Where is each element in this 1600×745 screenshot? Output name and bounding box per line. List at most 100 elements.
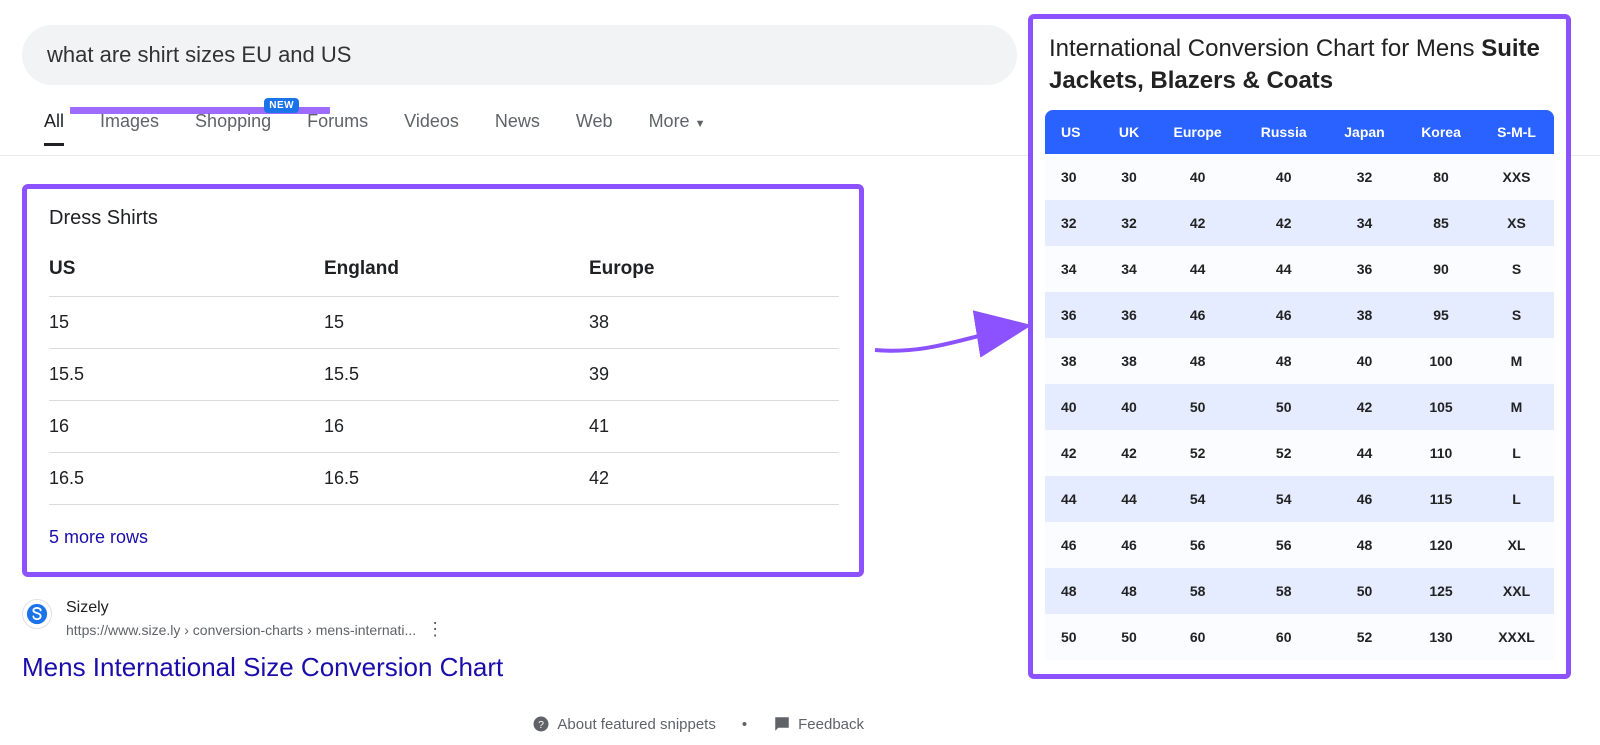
table-cell: 16 <box>49 401 324 453</box>
table-cell: 50 <box>1104 614 1153 660</box>
table-row: 303040403280XXS <box>1045 154 1554 200</box>
table-cell: XS <box>1479 200 1554 246</box>
snippet-heading: Dress Shirts <box>49 207 837 230</box>
table-cell: 95 <box>1403 292 1479 338</box>
table-cell: 42 <box>1045 430 1104 476</box>
table-cell: 30 <box>1104 154 1153 200</box>
table-cell: 44 <box>1326 430 1403 476</box>
footer-separator: • <box>742 716 747 733</box>
tab-shopping-label: Shopping <box>195 111 271 131</box>
table-cell: 125 <box>1403 568 1479 614</box>
table-cell: S <box>1479 292 1554 338</box>
table-cell: 115 <box>1403 476 1479 522</box>
table-cell: 44 <box>1104 476 1153 522</box>
table-cell: 42 <box>1326 384 1403 430</box>
result-more-icon[interactable]: ⋮ <box>426 619 444 640</box>
table-cell: 46 <box>1326 476 1403 522</box>
new-badge: NEW <box>264 98 299 113</box>
table-cell: 52 <box>1326 614 1403 660</box>
table-cell: 34 <box>1045 246 1104 292</box>
table-cell: 46 <box>1241 292 1326 338</box>
tab-forums[interactable]: Forums <box>307 111 368 138</box>
table-row: 151538 <box>49 297 839 349</box>
table-cell: 60 <box>1154 614 1242 660</box>
snippet-col-england: England <box>324 258 589 297</box>
table-cell: S <box>1479 246 1554 292</box>
table-row: 4646565648120XL <box>1045 522 1554 568</box>
snippet-col-us: US <box>49 258 324 297</box>
table-row: 4242525244110L <box>1045 430 1554 476</box>
table-cell: 40 <box>1241 154 1326 200</box>
search-query-text: what are shirt sizes EU and US <box>47 42 351 68</box>
table-cell: 38 <box>1326 292 1403 338</box>
table-cell: 80 <box>1403 154 1479 200</box>
result-site-name: Sizely <box>66 599 444 617</box>
table-row: 5050606052130XXXL <box>1045 614 1554 660</box>
table-cell: 32 <box>1326 154 1403 200</box>
table-cell: 60 <box>1241 614 1326 660</box>
table-cell: 36 <box>1326 246 1403 292</box>
table-row: 16.516.542 <box>49 453 839 505</box>
help-icon: ? <box>532 715 550 733</box>
table-cell: 15 <box>324 297 589 349</box>
table-cell: 36 <box>1045 292 1104 338</box>
table-cell: 44 <box>1154 246 1242 292</box>
table-cell: M <box>1479 338 1554 384</box>
table-row: 323242423485XS <box>1045 200 1554 246</box>
result-title-link[interactable]: Mens International Size Conversion Chart <box>22 652 1017 683</box>
chart-col-header: Russia <box>1241 110 1326 154</box>
table-cell: 100 <box>1403 338 1479 384</box>
search-tabs: All Images Shopping NEW Forums Videos Ne… <box>22 111 1017 138</box>
tab-more[interactable]: More▼ <box>649 111 706 138</box>
table-cell: 42 <box>589 453 839 505</box>
snippet-col-europe: Europe <box>589 258 839 297</box>
search-bar[interactable]: what are shirt sizes EU and US <box>22 25 1017 85</box>
table-row: 363646463895S <box>1045 292 1554 338</box>
table-cell: 56 <box>1241 522 1326 568</box>
table-cell: XL <box>1479 522 1554 568</box>
table-row: 4848585850125XXL <box>1045 568 1554 614</box>
table-cell: 40 <box>1154 154 1242 200</box>
table-cell: 46 <box>1154 292 1242 338</box>
tab-web[interactable]: Web <box>576 111 613 138</box>
table-cell: 48 <box>1241 338 1326 384</box>
more-rows-link[interactable]: 5 more rows <box>49 527 148 548</box>
table-cell: 85 <box>1403 200 1479 246</box>
table-cell: 52 <box>1241 430 1326 476</box>
table-cell: 30 <box>1045 154 1104 200</box>
table-cell: 15 <box>49 297 324 349</box>
about-snippets-link[interactable]: ? About featured snippets <box>532 715 715 733</box>
svg-text:?: ? <box>538 719 544 731</box>
feedback-icon <box>773 715 791 733</box>
conversion-chart-table: USUKEuropeRussiaJapanKoreaS-M-L 30304040… <box>1045 110 1554 660</box>
tab-shopping[interactable]: Shopping NEW <box>195 111 271 138</box>
table-cell: 54 <box>1241 476 1326 522</box>
table-cell: 44 <box>1241 246 1326 292</box>
table-cell: 52 <box>1154 430 1242 476</box>
chevron-down-icon: ▼ <box>695 118 706 130</box>
table-cell: L <box>1479 476 1554 522</box>
table-row: 343444443690S <box>1045 246 1554 292</box>
chart-col-header: Japan <box>1326 110 1403 154</box>
chart-col-header: S-M-L <box>1479 110 1554 154</box>
sizely-icon <box>26 603 48 625</box>
table-cell: 50 <box>1045 614 1104 660</box>
table-cell: 16.5 <box>49 453 324 505</box>
table-cell: 48 <box>1045 568 1104 614</box>
table-cell: 38 <box>589 297 839 349</box>
table-row: 161641 <box>49 401 839 453</box>
table-cell: 15.5 <box>49 349 324 401</box>
tab-images[interactable]: Images <box>100 111 159 138</box>
table-cell: 15.5 <box>324 349 589 401</box>
table-cell: 110 <box>1403 430 1479 476</box>
table-cell: 48 <box>1326 522 1403 568</box>
table-cell: 50 <box>1241 384 1326 430</box>
tab-all[interactable]: All <box>44 111 64 138</box>
tab-videos[interactable]: Videos <box>404 111 459 138</box>
table-cell: 58 <box>1241 568 1326 614</box>
result-favicon <box>22 599 52 629</box>
feedback-label: Feedback <box>798 716 864 733</box>
table-cell: 38 <box>1104 338 1153 384</box>
feedback-link[interactable]: Feedback <box>773 715 864 733</box>
tab-news[interactable]: News <box>495 111 540 138</box>
